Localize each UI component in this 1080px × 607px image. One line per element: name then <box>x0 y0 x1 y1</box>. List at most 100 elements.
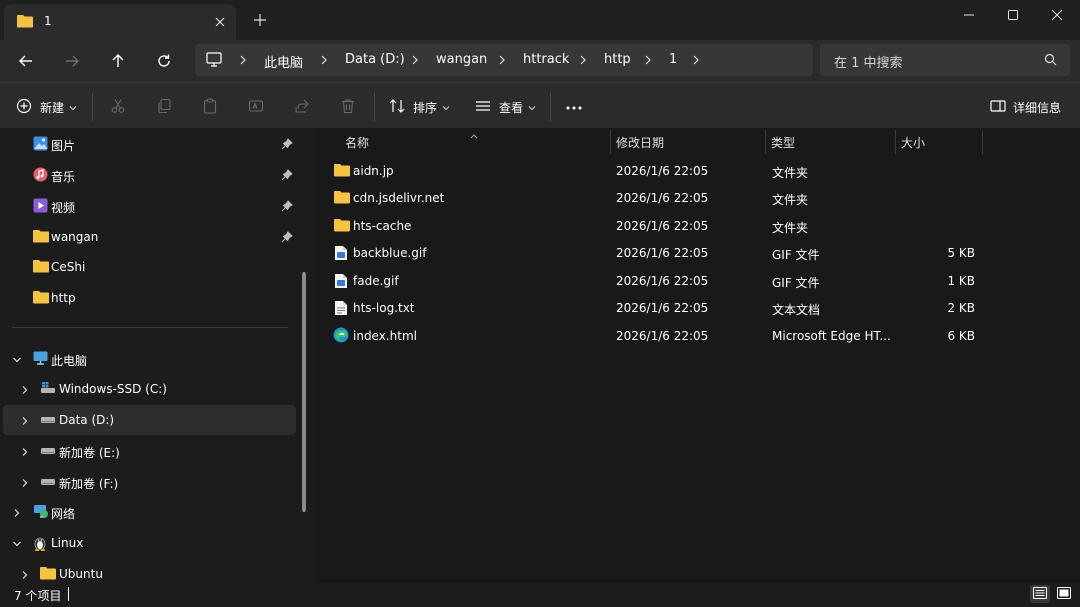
sidebar-item-linux[interactable]: Linux <box>3 528 296 558</box>
details-pane-button[interactable]: 详细信息 <box>990 95 1061 119</box>
file-date: 2026/1/6 22:05 <box>616 164 709 178</box>
sidebar-item-network[interactable]: 网络 <box>3 497 296 527</box>
minimize-icon[interactable] <box>946 0 992 30</box>
paste-button[interactable] <box>202 95 218 119</box>
view-button[interactable]: 查看 <box>475 95 536 119</box>
chevron-right-icon[interactable] <box>643 54 653 66</box>
file-size: 6 KB <box>947 329 975 343</box>
chevron-right-icon[interactable] <box>497 54 507 66</box>
column-header-name[interactable]: 名称 <box>339 128 609 154</box>
breadcrumb-item[interactable]: Data (D:) <box>345 52 405 67</box>
close-tab-icon[interactable] <box>210 12 230 32</box>
sidebar-item-ceshi[interactable]: CeShi <box>3 252 296 282</box>
table-row[interactable]: aidn.jp 2026/1/6 22:05 文件夹 <box>330 158 1070 185</box>
breadcrumb-item[interactable]: wangan <box>436 52 487 67</box>
search-input[interactable]: 在 1 中搜索 <box>820 44 1070 76</box>
sidebar-item-this-pc[interactable]: 此电脑 <box>3 344 296 374</box>
address-bar[interactable]: 此电脑 Data (D:) wangan httrack http 1 <box>195 44 813 76</box>
back-arrow-icon[interactable] <box>14 49 38 73</box>
sidebar-item-label: wangan <box>51 230 99 244</box>
chevron-right-icon[interactable] <box>319 54 329 66</box>
monitor-icon[interactable] <box>206 52 222 70</box>
chevron-down-icon[interactable] <box>12 538 22 552</box>
chevron-right-icon[interactable] <box>238 54 248 66</box>
chevron-right-icon[interactable] <box>410 54 420 66</box>
column-header-type[interactable]: 类型 <box>765 128 895 154</box>
gif-file-icon <box>334 245 348 264</box>
new-tab-icon[interactable] <box>250 10 270 30</box>
breadcrumb-item[interactable]: 1 <box>669 52 677 67</box>
sidebar-item-music[interactable]: 音乐 <box>3 160 296 190</box>
paste-icon <box>202 97 218 117</box>
sidebar-item-http[interactable]: http <box>3 283 296 313</box>
status-bar: 7 个项目 <box>0 583 1080 607</box>
chevron-right-icon[interactable] <box>20 569 30 583</box>
table-row[interactable]: fade.gif 2026/1/6 22:05 GIF 文件 1 KB <box>330 268 1070 295</box>
copy-icon <box>156 98 172 117</box>
search-icon[interactable] <box>1044 53 1057 69</box>
sidebar-item-drive-e[interactable]: 新加卷 (E:) <box>3 436 296 466</box>
sidebar-item-drive-c[interactable]: Windows-SSD (C:) <box>3 374 296 404</box>
pin-icon[interactable] <box>281 169 293 184</box>
table-row[interactable]: index.html 2026/1/6 22:05 Microsoft Edge… <box>330 323 1070 350</box>
sidebar-item-wangan[interactable]: wangan <box>3 222 296 252</box>
chevron-right-icon[interactable] <box>691 54 701 66</box>
file-date: 2026/1/6 22:05 <box>616 191 709 205</box>
rename-icon <box>248 98 264 117</box>
more-options-button[interactable] <box>565 95 583 119</box>
sidebar-item-label: 新加卷 (F:) <box>59 477 119 491</box>
delete-button[interactable] <box>340 95 356 119</box>
breadcrumb-item[interactable]: 此电脑 <box>264 52 303 71</box>
chevron-right-icon[interactable] <box>20 415 30 429</box>
pin-icon[interactable] <box>281 138 293 153</box>
column-header-date[interactable]: 修改日期 <box>610 128 765 154</box>
navigation-bar: 此电脑 Data (D:) wangan httrack http 1 在 1 … <box>0 40 1080 82</box>
details-view-button[interactable] <box>1030 585 1050 603</box>
chevron-right-icon[interactable] <box>20 384 30 398</box>
chevron-right-icon[interactable] <box>578 54 588 66</box>
chevron-down-icon <box>69 100 77 114</box>
table-row[interactable]: hts-cache 2026/1/6 22:05 文件夹 <box>330 213 1070 240</box>
column-header-size[interactable]: 大小 <box>895 128 982 154</box>
view-button-label: 查看 <box>499 100 524 115</box>
new-button[interactable]: 新建 <box>16 95 77 119</box>
sort-button[interactable]: 排序 <box>389 95 450 119</box>
table-row[interactable]: cdn.jsdelivr.net 2026/1/6 22:05 文件夹 <box>330 185 1070 212</box>
rename-button[interactable] <box>248 95 264 119</box>
sidebar-item-pictures[interactable]: 图片 <box>3 129 296 159</box>
column-divider[interactable] <box>982 130 983 154</box>
sidebar-item-label: Data (D:) <box>59 413 115 427</box>
sidebar-item-label: 网络 <box>51 507 76 521</box>
file-type: 文件夹 <box>772 221 809 235</box>
sidebar-item-videos[interactable]: 视频 <box>3 191 296 221</box>
large-icons-view-button[interactable] <box>1054 585 1074 603</box>
chevron-down-icon[interactable] <box>12 354 22 368</box>
tab-active[interactable]: 1 <box>4 4 236 40</box>
close-window-icon[interactable] <box>1034 0 1080 30</box>
chevron-down-icon <box>442 100 450 114</box>
file-list: 名称 修改日期 类型 大小 aidn.jp 2026/1/6 22:05 文件夹… <box>316 128 1080 583</box>
forward-arrow-icon[interactable] <box>60 49 84 73</box>
chevron-right-icon[interactable] <box>12 507 22 521</box>
maximize-icon[interactable] <box>990 0 1036 30</box>
sidebar-item-label: 此电脑 <box>51 354 88 368</box>
sidebar-item-drive-d[interactable]: Data (D:) <box>3 405 296 435</box>
chevron-right-icon[interactable] <box>20 477 30 491</box>
copy-button[interactable] <box>156 95 172 119</box>
refresh-icon[interactable] <box>152 49 176 73</box>
table-row[interactable]: hts-log.txt 2026/1/6 22:05 文本文档 2 KB <box>330 295 1070 322</box>
cut-button[interactable] <box>110 95 126 119</box>
share-button[interactable] <box>294 95 310 119</box>
breadcrumb-item[interactable]: http <box>604 52 631 67</box>
sidebar-scrollbar[interactable] <box>302 272 306 512</box>
breadcrumb-item[interactable]: httrack <box>523 52 569 67</box>
trash-icon <box>340 98 356 117</box>
sidebar-item-drive-f[interactable]: 新加卷 (F:) <box>3 467 296 497</box>
up-arrow-icon[interactable] <box>106 49 130 73</box>
sidebar-item-label: 新加卷 (E:) <box>59 446 120 460</box>
pin-icon[interactable] <box>281 200 293 215</box>
chevron-right-icon[interactable] <box>20 446 30 460</box>
command-bar: 新建 排序 查看 详细信息 <box>0 82 1080 128</box>
table-row[interactable]: backblue.gif 2026/1/6 22:05 GIF 文件 5 KB <box>330 240 1070 267</box>
pin-icon[interactable] <box>281 231 293 246</box>
